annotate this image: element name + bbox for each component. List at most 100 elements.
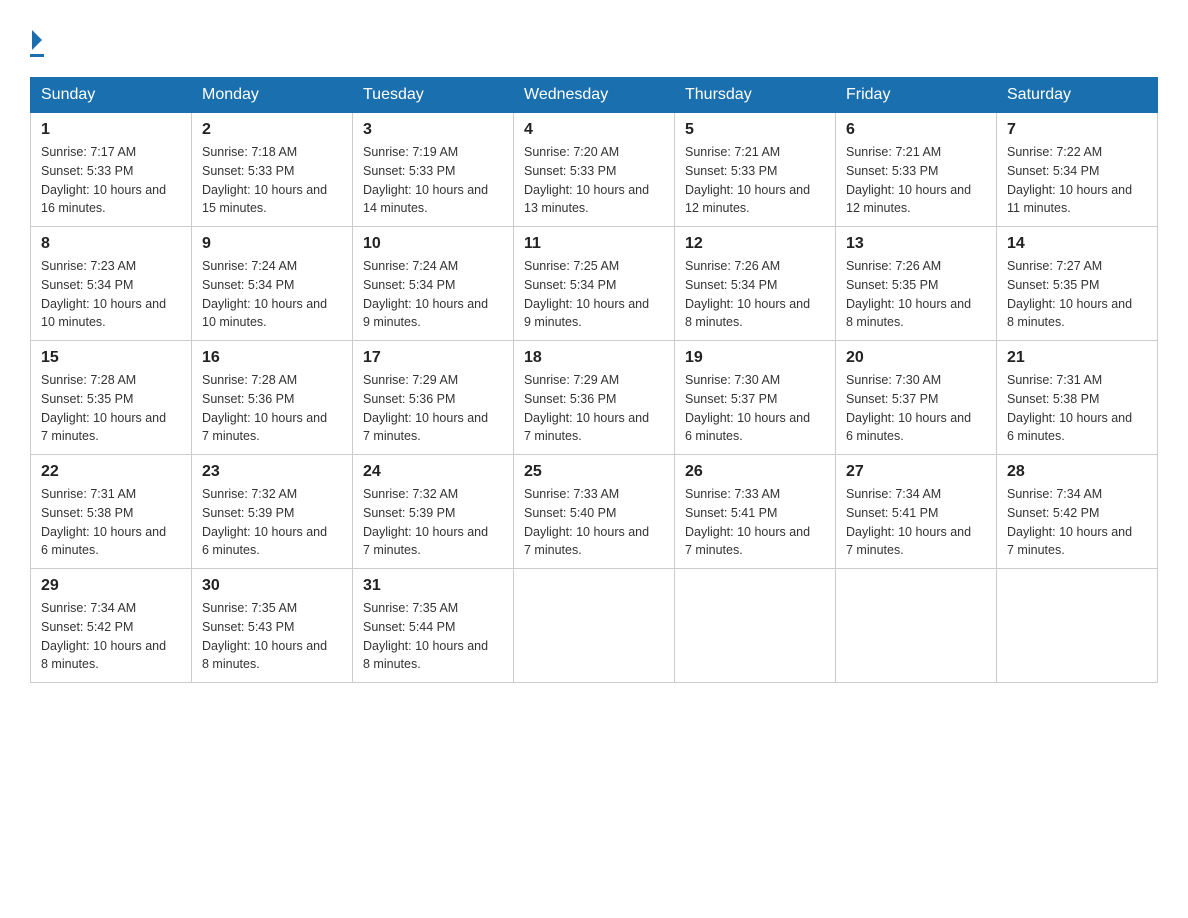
day-info: Sunrise: 7:30 AMSunset: 5:37 PMDaylight:… (846, 371, 986, 446)
calendar-table: SundayMondayTuesdayWednesdayThursdayFrid… (30, 77, 1158, 683)
calendar-cell: 29 Sunrise: 7:34 AMSunset: 5:42 PMDaylig… (31, 569, 192, 683)
calendar-cell: 26 Sunrise: 7:33 AMSunset: 5:41 PMDaylig… (675, 455, 836, 569)
day-number: 13 (846, 235, 986, 253)
day-info: Sunrise: 7:23 AMSunset: 5:34 PMDaylight:… (41, 257, 181, 332)
calendar-header-row: SundayMondayTuesdayWednesdayThursdayFrid… (31, 78, 1158, 113)
calendar-cell: 3 Sunrise: 7:19 AMSunset: 5:33 PMDayligh… (353, 113, 514, 227)
header-tuesday: Tuesday (353, 78, 514, 113)
calendar-cell: 4 Sunrise: 7:20 AMSunset: 5:33 PMDayligh… (514, 113, 675, 227)
day-info: Sunrise: 7:22 AMSunset: 5:34 PMDaylight:… (1007, 143, 1147, 218)
day-info: Sunrise: 7:35 AMSunset: 5:44 PMDaylight:… (363, 599, 503, 674)
day-info: Sunrise: 7:26 AMSunset: 5:34 PMDaylight:… (685, 257, 825, 332)
day-info: Sunrise: 7:27 AMSunset: 5:35 PMDaylight:… (1007, 257, 1147, 332)
day-number: 24 (363, 463, 503, 481)
day-number: 8 (41, 235, 181, 253)
day-number: 15 (41, 349, 181, 367)
day-number: 12 (685, 235, 825, 253)
day-info: Sunrise: 7:34 AMSunset: 5:42 PMDaylight:… (41, 599, 181, 674)
day-number: 27 (846, 463, 986, 481)
day-number: 30 (202, 577, 342, 595)
calendar-cell: 17 Sunrise: 7:29 AMSunset: 5:36 PMDaylig… (353, 341, 514, 455)
calendar-cell: 1 Sunrise: 7:17 AMSunset: 5:33 PMDayligh… (31, 113, 192, 227)
day-number: 20 (846, 349, 986, 367)
calendar-cell: 25 Sunrise: 7:33 AMSunset: 5:40 PMDaylig… (514, 455, 675, 569)
calendar-cell: 22 Sunrise: 7:31 AMSunset: 5:38 PMDaylig… (31, 455, 192, 569)
calendar-cell: 5 Sunrise: 7:21 AMSunset: 5:33 PMDayligh… (675, 113, 836, 227)
day-info: Sunrise: 7:24 AMSunset: 5:34 PMDaylight:… (363, 257, 503, 332)
calendar-cell: 9 Sunrise: 7:24 AMSunset: 5:34 PMDayligh… (192, 227, 353, 341)
day-number: 25 (524, 463, 664, 481)
day-info: Sunrise: 7:21 AMSunset: 5:33 PMDaylight:… (685, 143, 825, 218)
day-info: Sunrise: 7:35 AMSunset: 5:43 PMDaylight:… (202, 599, 342, 674)
day-info: Sunrise: 7:33 AMSunset: 5:40 PMDaylight:… (524, 485, 664, 560)
day-info: Sunrise: 7:29 AMSunset: 5:36 PMDaylight:… (524, 371, 664, 446)
day-number: 18 (524, 349, 664, 367)
calendar-cell: 11 Sunrise: 7:25 AMSunset: 5:34 PMDaylig… (514, 227, 675, 341)
day-number: 14 (1007, 235, 1147, 253)
header-friday: Friday (836, 78, 997, 113)
day-number: 23 (202, 463, 342, 481)
header-monday: Monday (192, 78, 353, 113)
header-saturday: Saturday (997, 78, 1158, 113)
header-sunday: Sunday (31, 78, 192, 113)
day-info: Sunrise: 7:21 AMSunset: 5:33 PMDaylight:… (846, 143, 986, 218)
day-number: 28 (1007, 463, 1147, 481)
calendar-cell: 28 Sunrise: 7:34 AMSunset: 5:42 PMDaylig… (997, 455, 1158, 569)
day-info: Sunrise: 7:18 AMSunset: 5:33 PMDaylight:… (202, 143, 342, 218)
calendar-cell: 15 Sunrise: 7:28 AMSunset: 5:35 PMDaylig… (31, 341, 192, 455)
calendar-cell (997, 569, 1158, 683)
calendar-cell: 21 Sunrise: 7:31 AMSunset: 5:38 PMDaylig… (997, 341, 1158, 455)
calendar-cell: 27 Sunrise: 7:34 AMSunset: 5:41 PMDaylig… (836, 455, 997, 569)
day-number: 4 (524, 121, 664, 139)
day-number: 31 (363, 577, 503, 595)
day-number: 2 (202, 121, 342, 139)
day-info: Sunrise: 7:32 AMSunset: 5:39 PMDaylight:… (202, 485, 342, 560)
day-info: Sunrise: 7:32 AMSunset: 5:39 PMDaylight:… (363, 485, 503, 560)
calendar-week-row: 15 Sunrise: 7:28 AMSunset: 5:35 PMDaylig… (31, 341, 1158, 455)
calendar-cell (514, 569, 675, 683)
calendar-cell: 6 Sunrise: 7:21 AMSunset: 5:33 PMDayligh… (836, 113, 997, 227)
header-wednesday: Wednesday (514, 78, 675, 113)
calendar-cell: 23 Sunrise: 7:32 AMSunset: 5:39 PMDaylig… (192, 455, 353, 569)
day-info: Sunrise: 7:33 AMSunset: 5:41 PMDaylight:… (685, 485, 825, 560)
day-number: 29 (41, 577, 181, 595)
day-info: Sunrise: 7:25 AMSunset: 5:34 PMDaylight:… (524, 257, 664, 332)
day-info: Sunrise: 7:31 AMSunset: 5:38 PMDaylight:… (41, 485, 181, 560)
day-info: Sunrise: 7:26 AMSunset: 5:35 PMDaylight:… (846, 257, 986, 332)
day-number: 16 (202, 349, 342, 367)
calendar-week-row: 22 Sunrise: 7:31 AMSunset: 5:38 PMDaylig… (31, 455, 1158, 569)
calendar-week-row: 1 Sunrise: 7:17 AMSunset: 5:33 PMDayligh… (31, 113, 1158, 227)
calendar-cell (675, 569, 836, 683)
day-number: 11 (524, 235, 664, 253)
calendar-cell: 8 Sunrise: 7:23 AMSunset: 5:34 PMDayligh… (31, 227, 192, 341)
day-number: 19 (685, 349, 825, 367)
calendar-cell: 12 Sunrise: 7:26 AMSunset: 5:34 PMDaylig… (675, 227, 836, 341)
day-info: Sunrise: 7:29 AMSunset: 5:36 PMDaylight:… (363, 371, 503, 446)
day-number: 26 (685, 463, 825, 481)
calendar-week-row: 8 Sunrise: 7:23 AMSunset: 5:34 PMDayligh… (31, 227, 1158, 341)
day-number: 22 (41, 463, 181, 481)
calendar-cell: 14 Sunrise: 7:27 AMSunset: 5:35 PMDaylig… (997, 227, 1158, 341)
day-number: 3 (363, 121, 503, 139)
day-info: Sunrise: 7:28 AMSunset: 5:35 PMDaylight:… (41, 371, 181, 446)
calendar-cell: 2 Sunrise: 7:18 AMSunset: 5:33 PMDayligh… (192, 113, 353, 227)
day-number: 1 (41, 121, 181, 139)
calendar-cell: 20 Sunrise: 7:30 AMSunset: 5:37 PMDaylig… (836, 341, 997, 455)
calendar-cell: 10 Sunrise: 7:24 AMSunset: 5:34 PMDaylig… (353, 227, 514, 341)
calendar-cell: 13 Sunrise: 7:26 AMSunset: 5:35 PMDaylig… (836, 227, 997, 341)
calendar-cell: 18 Sunrise: 7:29 AMSunset: 5:36 PMDaylig… (514, 341, 675, 455)
calendar-cell: 19 Sunrise: 7:30 AMSunset: 5:37 PMDaylig… (675, 341, 836, 455)
day-info: Sunrise: 7:19 AMSunset: 5:33 PMDaylight:… (363, 143, 503, 218)
day-number: 10 (363, 235, 503, 253)
day-info: Sunrise: 7:20 AMSunset: 5:33 PMDaylight:… (524, 143, 664, 218)
page-header (30, 30, 1158, 57)
day-info: Sunrise: 7:31 AMSunset: 5:38 PMDaylight:… (1007, 371, 1147, 446)
day-number: 6 (846, 121, 986, 139)
logo-arrow-icon (32, 30, 42, 50)
day-info: Sunrise: 7:30 AMSunset: 5:37 PMDaylight:… (685, 371, 825, 446)
day-number: 9 (202, 235, 342, 253)
calendar-cell (836, 569, 997, 683)
calendar-cell: 7 Sunrise: 7:22 AMSunset: 5:34 PMDayligh… (997, 113, 1158, 227)
calendar-cell: 24 Sunrise: 7:32 AMSunset: 5:39 PMDaylig… (353, 455, 514, 569)
logo (30, 30, 44, 57)
